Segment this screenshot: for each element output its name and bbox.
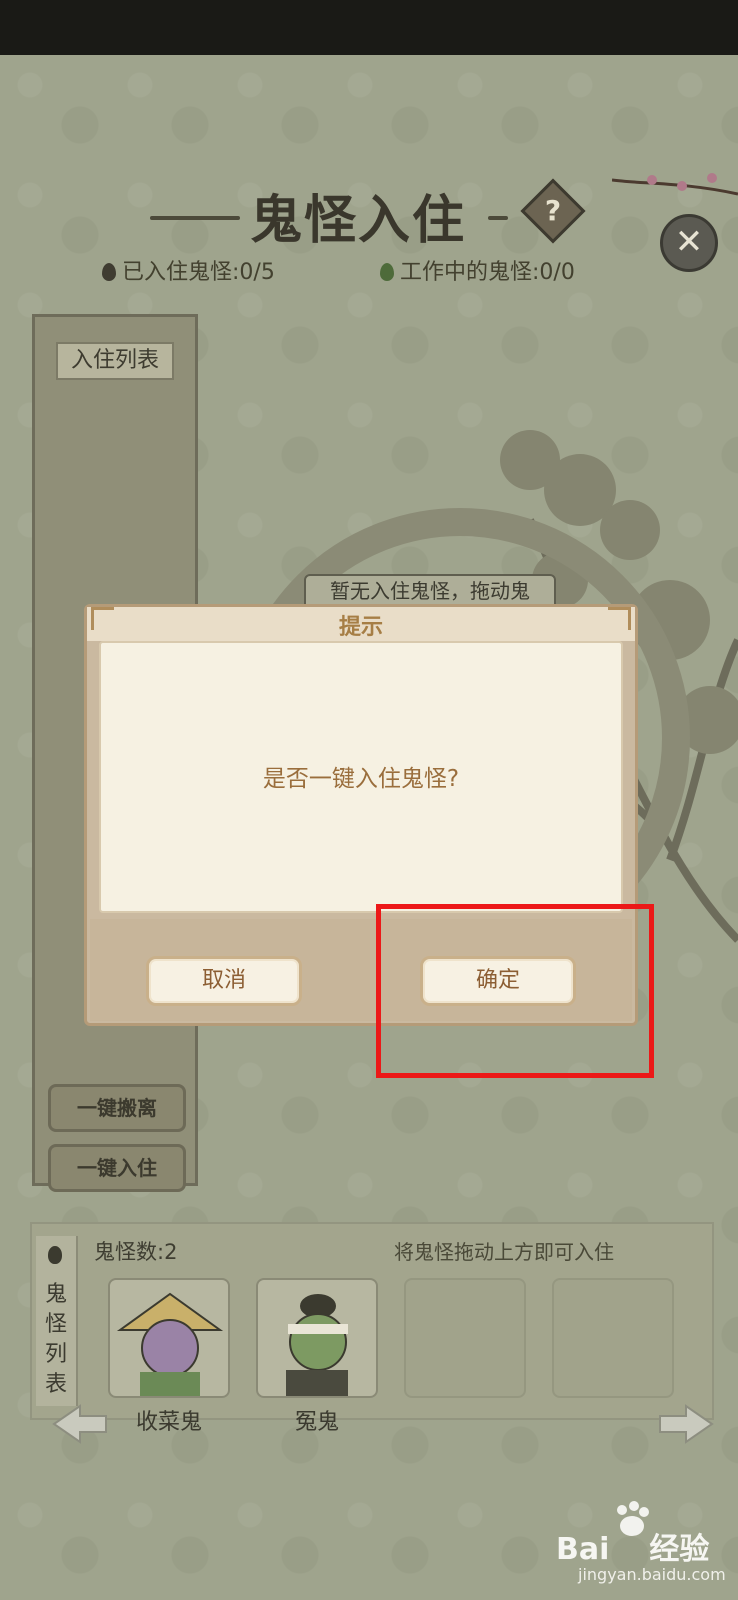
plum-branch-decoration: [612, 173, 738, 196]
evict-all-button[interactable]: 一键搬离: [48, 1084, 186, 1132]
highlight-box: [376, 904, 654, 1078]
page-title: 鬼怪入住: [250, 190, 467, 251]
ghost-card[interactable]: [256, 1278, 378, 1398]
status-area: [0, 0, 738, 55]
dialog-header: 提示: [87, 607, 635, 641]
drag-hint: 将鬼怪拖动上方即可入住: [394, 1240, 614, 1264]
empty-ghost-slot: [552, 1278, 674, 1398]
green-fire-icon: [380, 263, 394, 281]
watermark-brand-suffix: 经验: [649, 1532, 710, 1567]
working-count: 工作中的鬼怪:0/0: [400, 260, 575, 285]
checked-in-count: 已入住鬼怪:0/5: [122, 260, 275, 285]
corner-ornament: [608, 607, 631, 630]
cancel-button[interactable]: 取消: [146, 956, 302, 1006]
title-right-flourish: [488, 216, 508, 220]
watermark-brand: Bai 经验: [556, 1524, 709, 1568]
watermark-url: jingyan.baidu.com: [578, 1565, 726, 1584]
ghost-count: 鬼怪数:2: [94, 1240, 178, 1264]
dialog-body: 是否一键入住鬼怪?: [99, 641, 623, 913]
wronged-ghost-portrait: [286, 1294, 348, 1396]
ghost-card[interactable]: [108, 1278, 230, 1398]
working-stat: 工作中的鬼怪:0/0: [380, 254, 575, 286]
close-button[interactable]: ✕: [660, 214, 718, 272]
dialog-title: 提示: [338, 615, 383, 640]
ghost-fire-icon: [102, 263, 116, 281]
farmer-ghost-portrait: [116, 1292, 224, 1396]
ghost-name: 冤鬼: [294, 1410, 339, 1435]
ghost-list-tab[interactable]: 鬼怪列表: [36, 1236, 78, 1406]
question-icon: ?: [544, 194, 562, 227]
checked-in-stat: 已入住鬼怪:0/5: [102, 254, 275, 286]
ghost-list-tab-label: 鬼怪列表: [44, 1282, 67, 1397]
close-icon: ✕: [674, 222, 704, 262]
checkin-list-label: 入住列表: [56, 342, 174, 380]
empty-ghost-slot: [404, 1278, 526, 1398]
ghost-fire-icon: [48, 1246, 62, 1264]
title-banner: 鬼怪入住: [150, 178, 570, 251]
arrow-right-icon[interactable]: [656, 1402, 716, 1446]
title-left-flourish: [150, 216, 240, 220]
dialog-message: 是否一键入住鬼怪?: [262, 766, 460, 792]
ghost-name: 收菜鬼: [135, 1410, 202, 1435]
checkin-all-button[interactable]: 一键入住: [48, 1144, 186, 1192]
watermark-brand-text: Bai: [556, 1532, 610, 1567]
arrow-left-icon[interactable]: [50, 1402, 110, 1446]
